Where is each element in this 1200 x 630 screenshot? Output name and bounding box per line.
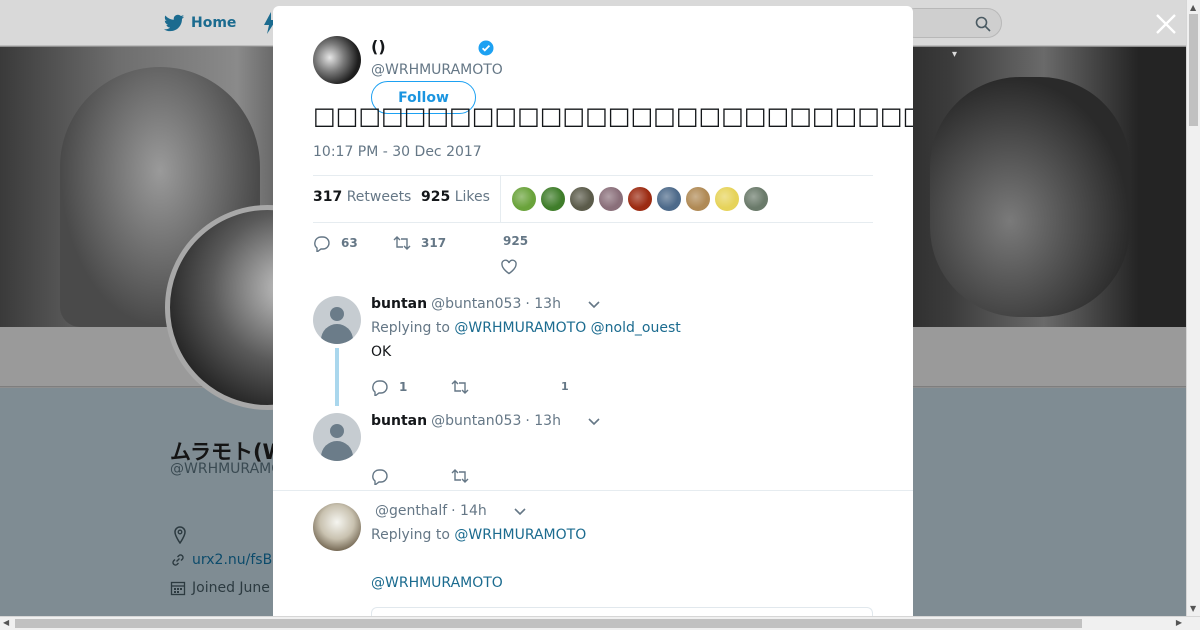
reply-header: @genthalf · 14h xyxy=(371,503,527,519)
retweet-stat[interactable]: 317 Retweets xyxy=(313,189,411,205)
retweet-stat-label: Retweets xyxy=(346,189,412,205)
banner-figure-right xyxy=(930,77,1130,317)
nav-home-label: Home xyxy=(191,15,237,31)
like-stat-label: Likes xyxy=(454,189,490,205)
reply-author-handle[interactable]: @buntan053 xyxy=(431,296,521,312)
retweet-action[interactable] xyxy=(451,467,469,485)
tweet-text: □□□□□□□□□□□□□□□□□□□□□□□□□□□□□□□□□□□□□□□□… xyxy=(313,102,913,130)
reply-author-handle[interactable]: @buntan053 xyxy=(431,413,521,429)
replying-to-label: Replying to xyxy=(371,527,450,543)
retweet-icon xyxy=(451,380,469,394)
replying-to: Replying to @WRHMURAMOTO @nold_ouest xyxy=(371,320,681,336)
tweet-stats: 317 Retweets 925 Likes xyxy=(313,175,873,223)
scroll-up-icon[interactable]: ▲ xyxy=(1190,3,1196,12)
reply-author-name[interactable]: buntan xyxy=(371,413,427,429)
thread-separator xyxy=(273,490,913,491)
reply-item[interactable]: buntan @buntan053 · 13h xyxy=(313,413,873,491)
tweet-modal: () @WRHMURAMOTO Follow □□□□□□□□□□□□□□□□□… xyxy=(273,6,913,616)
reply-time[interactable]: · 13h xyxy=(525,296,561,312)
author-handle[interactable]: @WRHMURAMOTO xyxy=(371,62,503,78)
liker-avatar[interactable] xyxy=(540,186,566,212)
reply-count: 63 xyxy=(341,236,358,250)
horizontal-scroll-thumb[interactable] xyxy=(15,619,1082,628)
reply-avatar[interactable] xyxy=(313,296,361,344)
scroll-down-icon[interactable]: ▼ xyxy=(1190,604,1196,613)
reply-header: buntan @buntan053 · 13h xyxy=(371,413,601,429)
liker-avatar[interactable] xyxy=(627,186,653,212)
retweet-icon xyxy=(393,236,411,250)
reply-action[interactable] xyxy=(371,467,389,485)
liker-avatar[interactable] xyxy=(656,186,682,212)
tweet-actions: 63 317 925 xyxy=(313,234,873,276)
quoted-card[interactable] xyxy=(371,607,873,616)
replying-to: Replying to @WRHMURAMOTO xyxy=(371,527,586,543)
nav-home[interactable]: Home xyxy=(163,12,236,34)
heart-icon[interactable] xyxy=(500,258,518,276)
reply-text: OK xyxy=(371,344,392,360)
liker-avatar[interactable] xyxy=(685,186,711,212)
reply-time[interactable]: · 14h xyxy=(451,503,487,519)
thread-connector xyxy=(335,348,339,406)
chevron-down-icon[interactable] xyxy=(587,297,601,311)
vertical-scrollbar[interactable]: ▲ ▼ xyxy=(1186,0,1200,616)
profile-link[interactable]: urx2.nu/fsB xyxy=(192,552,272,568)
reply-author-name[interactable]: buntan xyxy=(371,296,427,312)
replying-to-mentions[interactable]: @WRHMURAMOTO xyxy=(454,527,586,543)
scroll-left-icon[interactable]: ◀ xyxy=(3,618,9,627)
retweet-icon xyxy=(451,469,469,483)
retweet-action[interactable] xyxy=(451,378,469,396)
reply-time[interactable]: · 13h xyxy=(525,413,561,429)
like-count: 925 xyxy=(503,234,529,248)
stats-divider xyxy=(500,176,501,222)
chevron-down-icon[interactable] xyxy=(513,504,527,518)
author-name[interactable]: () xyxy=(371,37,386,56)
like-action[interactable]: 1 xyxy=(561,380,569,393)
author-avatar[interactable] xyxy=(313,36,361,84)
profile-link-row[interactable]: urx2.nu/fsB xyxy=(170,552,273,568)
twitter-bird-icon xyxy=(163,14,185,32)
calendar-icon xyxy=(170,581,186,596)
like-action[interactable]: 925 xyxy=(503,234,528,248)
tweet-timestamp[interactable]: 10:17 PM - 30 Dec 2017 xyxy=(313,144,482,160)
profile-handle: @WRHMURAMOTO xyxy=(170,461,273,477)
link-icon xyxy=(172,554,184,566)
close-icon[interactable] xyxy=(1154,12,1178,36)
horizontal-scrollbar[interactable]: ◀ ▶ xyxy=(0,616,1200,630)
reply-author-handle[interactable]: @genthalf xyxy=(375,503,447,519)
reply-avatar[interactable] xyxy=(313,503,361,551)
chevron-down-icon[interactable] xyxy=(587,414,601,428)
retweet-count: 317 xyxy=(421,236,447,250)
scroll-right-icon[interactable]: ▶ xyxy=(1176,618,1182,627)
liker-avatar[interactable] xyxy=(569,186,595,212)
retweet-action[interactable]: 317 xyxy=(393,234,446,252)
location-pin-icon xyxy=(174,526,186,544)
reply-action[interactable]: 1 xyxy=(371,378,407,396)
reply-action[interactable]: 63 xyxy=(313,234,358,252)
reply-icon xyxy=(372,469,388,485)
caret-down-icon: ▾ xyxy=(952,49,958,60)
reply-count: 1 xyxy=(399,380,408,394)
like-stat[interactable]: 925 Likes xyxy=(421,189,490,205)
liker-avatar[interactable] xyxy=(714,186,740,212)
search-input[interactable] xyxy=(900,8,1002,38)
reply-text-mention[interactable]: @WRHMURAMOTO xyxy=(371,575,503,591)
search-icon xyxy=(975,16,991,32)
reply-icon xyxy=(314,236,330,252)
profile-joined-row: Joined June xyxy=(170,580,273,596)
replying-to-label: Replying to xyxy=(371,320,450,336)
replying-to-mentions[interactable]: @WRHMURAMOTO @nold_ouest xyxy=(454,320,680,336)
like-count: 1 xyxy=(561,380,569,393)
liker-avatar[interactable] xyxy=(598,186,624,212)
verified-badge-icon xyxy=(478,40,494,56)
vertical-scroll-thumb[interactable] xyxy=(1189,14,1198,126)
liker-avatar[interactable] xyxy=(511,186,537,212)
reply-avatar[interactable] xyxy=(313,413,361,461)
reply-header: buntan @buntan053 · 13h xyxy=(371,296,601,312)
retweet-stat-count: 317 xyxy=(313,189,343,205)
like-stat-count: 925 xyxy=(421,189,451,205)
reply-icon xyxy=(372,380,388,396)
profile-joined: Joined June xyxy=(192,580,270,596)
liker-avatar[interactable] xyxy=(743,186,769,212)
